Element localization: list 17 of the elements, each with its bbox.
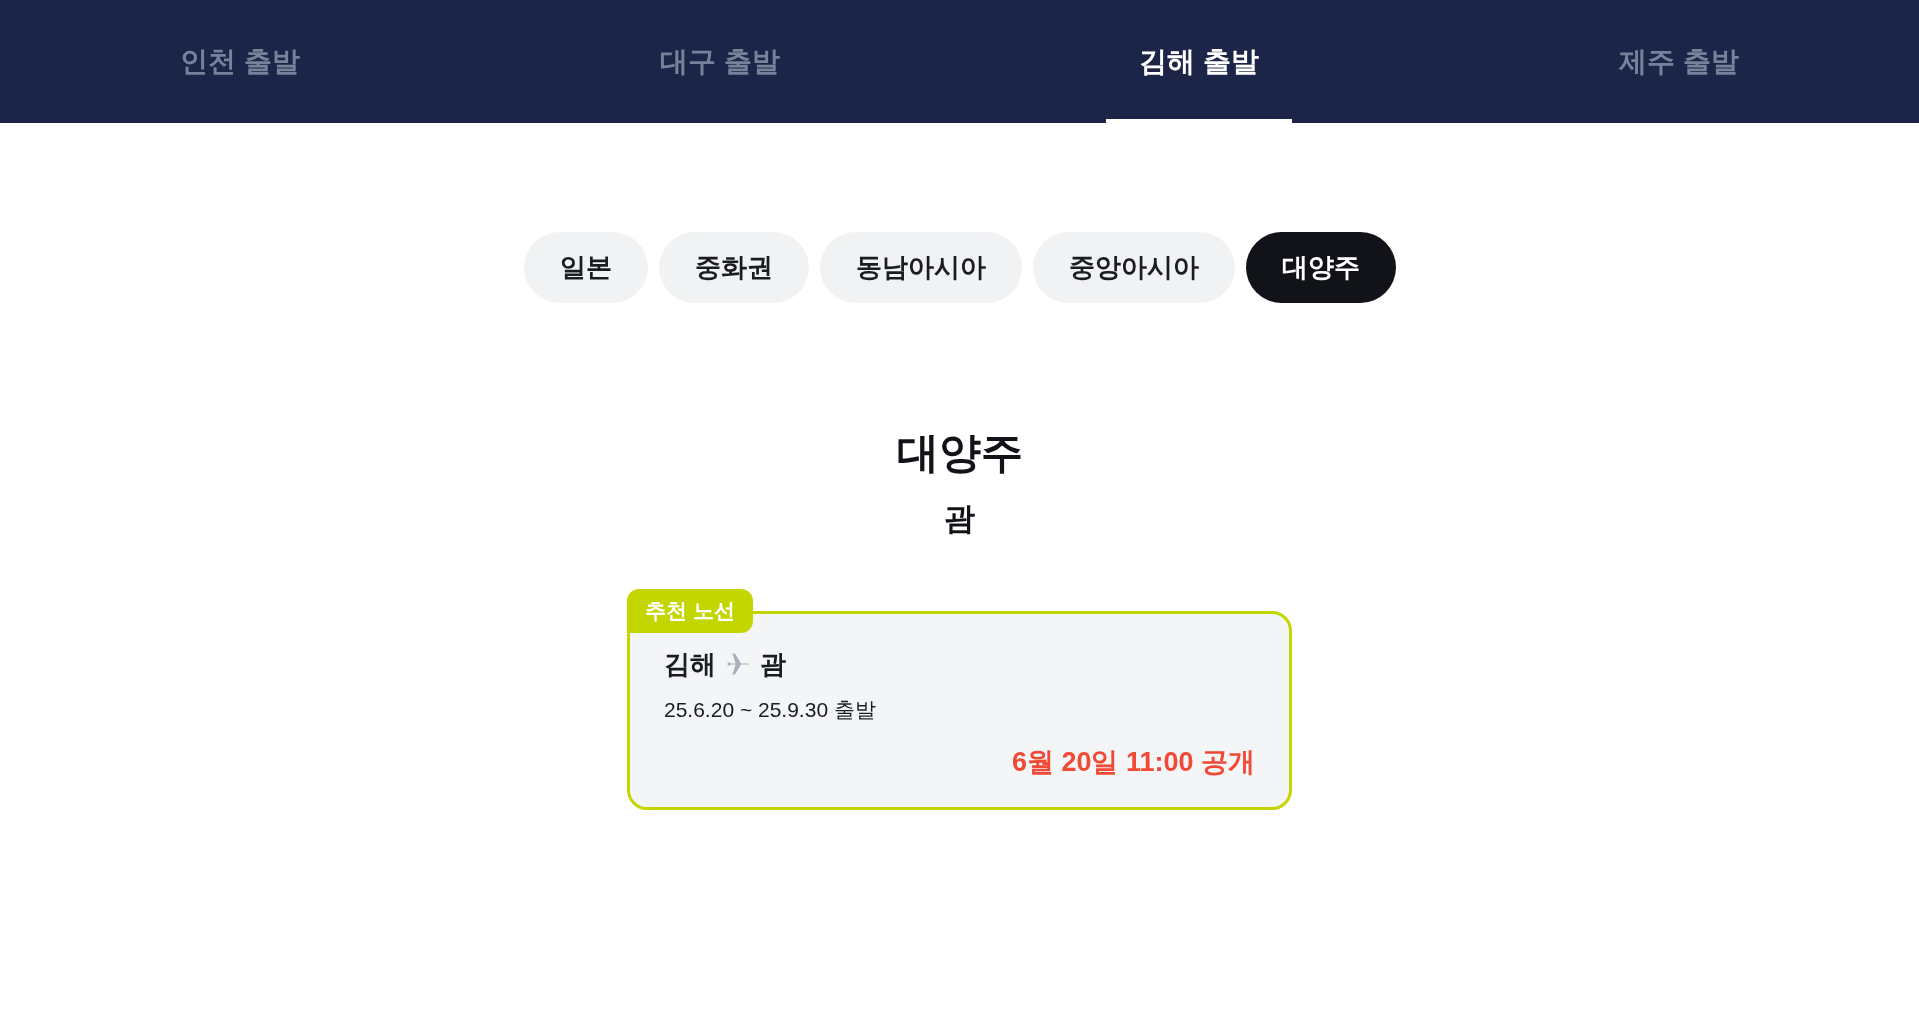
departure-tab[interactable]: 김해 출발	[1106, 0, 1293, 123]
section-title: 대양주	[896, 428, 1023, 478]
departure-tab[interactable]: 제주 출발	[1586, 0, 1772, 123]
departure-tab[interactable]: 인천 출발	[147, 0, 333, 123]
travel-period: 25.6.20 ~ 25.9.30 출발	[664, 697, 877, 723]
recommended-badge: 추천 노선	[627, 589, 753, 633]
region-chip[interactable]: 대양주	[1245, 232, 1396, 303]
airplane-icon	[726, 652, 750, 676]
origin-city: 김해	[664, 648, 716, 681]
open-time: 6월 20일 11:00 공개	[1011, 746, 1255, 779]
region-chip[interactable]: 일본	[523, 232, 648, 303]
region-chip[interactable]: 중화권	[658, 232, 809, 303]
destination-city: 괌	[760, 648, 786, 681]
region-chip[interactable]: 동남아시아	[819, 232, 1022, 303]
region-chip[interactable]: 중앙아시아	[1032, 232, 1235, 303]
section-subtitle: 괌	[944, 500, 975, 538]
departure-tab[interactable]: 대구 출발	[626, 0, 813, 123]
